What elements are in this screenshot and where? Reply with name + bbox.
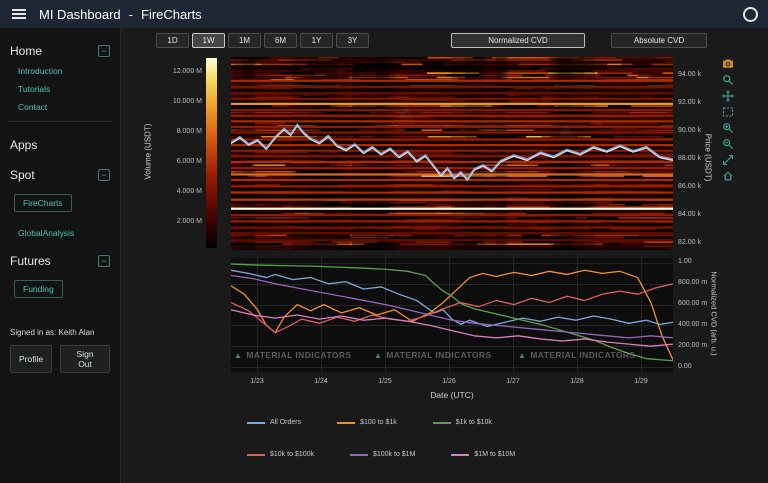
sidebar: Home − Introduction Tutorials Contact Ap… (0, 28, 121, 483)
modebar-autoscale-button[interactable] (721, 154, 734, 167)
menu-toggle-button[interactable] (11, 6, 27, 22)
date-tick: 1/28 (562, 378, 592, 385)
heatmap-plot[interactable]: ▲ ▲ (231, 57, 673, 250)
collapse-futures-button[interactable]: − (98, 255, 110, 267)
pan-icon (722, 90, 734, 102)
sign-out-button[interactable]: Sign Out (60, 345, 110, 373)
sidebar-heading-apps: Apps (10, 138, 110, 152)
volume-tick: 2.000 M (146, 218, 202, 225)
watermark-text: MATERIAL INDICATORS (530, 350, 635, 360)
sidebar-item-firecharts[interactable]: FireCharts (14, 194, 72, 212)
app-header: MI Dashboard - FireCharts (0, 0, 768, 28)
date-tick: 1/26 (434, 378, 464, 385)
page-title: FireCharts (141, 7, 202, 22)
legend-swatch (337, 422, 355, 424)
date-tick: 1/24 (306, 378, 336, 385)
legend-item-10k-to-100k[interactable]: $10k to $100k (247, 451, 314, 458)
autoscale-icon (722, 154, 734, 166)
legend-item-100k-to-1m[interactable]: $100k to $1M (350, 451, 415, 458)
sidebar-section-spot-label: Spot (10, 168, 35, 182)
modebar-camera-button[interactable] (721, 58, 734, 71)
sidebar-section-home: Home − (10, 44, 110, 58)
material-indicators-watermark: ▲ MATERIAL INDICATORS (518, 350, 636, 360)
legend-swatch (247, 422, 265, 424)
app-title: MI Dashboard (39, 7, 121, 22)
volume-tick: 4.000 M (146, 188, 202, 195)
modebar-reset-axes-button[interactable] (721, 170, 734, 183)
material-indicators-watermark: ▲ MATERIAL INDICATORS (374, 350, 492, 360)
legend-swatch (247, 454, 265, 456)
sidebar-item-globalanalysis[interactable]: GlobalAnalysis (18, 228, 110, 238)
collapse-spot-button[interactable]: − (98, 169, 110, 181)
date-tick: 1/27 (498, 378, 528, 385)
title-separator: - (129, 7, 133, 22)
sidebar-item-tutorials[interactable]: Tutorials (18, 84, 110, 94)
volume-tick: 12.000 M (146, 68, 202, 75)
date-tick: 1/29 (626, 378, 656, 385)
zoom-out-icon (722, 138, 734, 150)
signed-in-text: Signed in as: Keith Alan (10, 328, 110, 337)
legend-item-1m-to-10m[interactable]: $1M to $10M (451, 451, 515, 458)
material-indicators-watermark: ▲ MATERIAL INDICATORS (234, 350, 352, 360)
modebar-zoom-in-button[interactable] (721, 122, 734, 135)
volume-colorbar (206, 58, 217, 248)
chart-legend-row-1: All Orders $100 to $1k $1k to $10k (247, 419, 492, 426)
header-title: MI Dashboard - FireCharts (39, 7, 202, 22)
box-select-icon (722, 106, 734, 118)
date-tick: 1/23 (242, 378, 272, 385)
modebar-pan-button[interactable] (721, 90, 734, 103)
reset-axes-home-icon (722, 170, 734, 182)
price-axis-title: Price (USDT) (704, 103, 713, 213)
status-circle-icon[interactable] (743, 7, 758, 22)
heatmap-canvas[interactable] (231, 57, 673, 250)
main-content: 1D 1W 1M 6M 1Y 3Y Normalized CVD Absolut… (122, 28, 768, 483)
plot-modebar (721, 58, 734, 183)
legend-swatch (350, 454, 368, 456)
legend-item-100-to-1k[interactable]: $100 to $1k (337, 419, 397, 426)
date-axis-title: Date (UTC) (407, 390, 497, 400)
sidebar-item-funding[interactable]: Funding (14, 280, 63, 298)
price-tick: 94.00 k (678, 71, 718, 78)
legend-item-1k-to-10k[interactable]: $1k to $10k (433, 419, 492, 426)
watermark-text: MATERIAL INDICATORS (246, 350, 351, 360)
legend-item-all-orders[interactable]: All Orders (247, 419, 301, 426)
zoom-icon (722, 74, 734, 86)
heatmap-watermark-logo: ▲ (551, 115, 581, 145)
watermark-text: MATERIAL INDICATORS (386, 350, 491, 360)
modebar-box-select-button[interactable] (721, 106, 734, 119)
sidebar-section-home-label: Home (10, 44, 42, 58)
collapse-home-button[interactable]: − (98, 45, 110, 57)
volume-tick: 8.000 M (146, 128, 202, 135)
modebar-zoom-out-button[interactable] (721, 138, 734, 151)
firecharts-figure: Volume (USDT) 12.000 M 10.000 M 8.000 M … (122, 28, 768, 483)
watermark-triangle-icon: ▲ (234, 351, 242, 360)
sidebar-section-futures-label: Futures (10, 254, 51, 268)
account-buttons: Profile Sign Out (10, 345, 110, 373)
watermark-triangle-icon: ▲ (374, 351, 382, 360)
watermark-triangle-icon: ▲ (518, 351, 526, 360)
zoom-in-icon (722, 122, 734, 134)
camera-icon (722, 58, 734, 70)
chart-legend-row-2: $10k to $100k $100k to $1M $1M to $10M (247, 451, 515, 458)
modebar-zoom-button[interactable] (721, 74, 734, 87)
legend-swatch (433, 422, 451, 424)
profile-button[interactable]: Profile (10, 345, 52, 373)
cvd-axis-title: Normalized CVD (arb. u.) (710, 244, 719, 384)
date-tick: 1/25 (370, 378, 400, 385)
volume-tick: 6.000 M (146, 158, 202, 165)
heatmap-watermark-logo: ▲ (391, 97, 421, 127)
sidebar-section-spot: Spot − (10, 168, 110, 182)
sidebar-divider (8, 121, 112, 122)
sidebar-item-contact[interactable]: Contact (18, 102, 110, 112)
volume-tick: 10.000 M (146, 98, 202, 105)
sidebar-heading-apps-label: Apps (10, 138, 37, 152)
sidebar-section-futures: Futures − (10, 254, 110, 268)
sidebar-item-introduction[interactable]: Introduction (18, 66, 110, 76)
legend-swatch (451, 454, 469, 456)
